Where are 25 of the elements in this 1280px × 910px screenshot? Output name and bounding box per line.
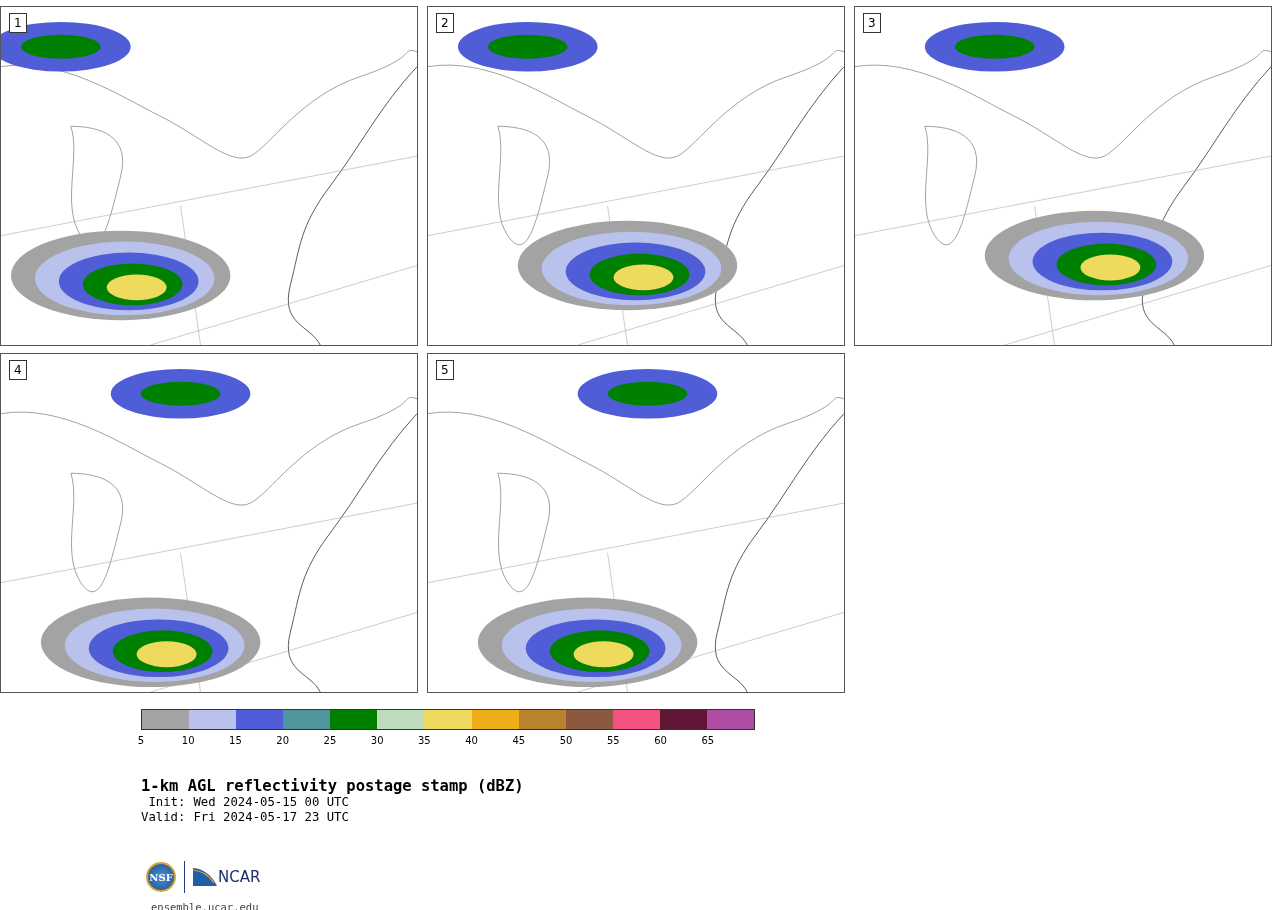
tick-label: 5 (137, 735, 145, 747)
time-value: Wed 2024-05-15 00 UTC (193, 795, 349, 810)
tick-label: 25 (323, 735, 337, 747)
tick-label: 65 (701, 735, 715, 747)
tick-label: 10 (181, 735, 195, 747)
tick-label: 40 (465, 735, 478, 747)
chart-title: 1-km AGL reflectivity postage stamp (dBZ) (141, 777, 525, 795)
ncar-logo: NCAR (193, 868, 261, 886)
time-value: Fri 2024-05-17 23 UTC (193, 810, 349, 825)
panel-number: 3 (863, 13, 881, 33)
time-label: Init: (147, 795, 186, 810)
tick-label: 50 (559, 735, 573, 747)
panel-number: 2 (436, 13, 454, 33)
tick-label: 30 (370, 735, 384, 747)
panel-number: 1 (9, 13, 27, 33)
time-label: Valid: (141, 810, 186, 825)
tick-label: 45 (512, 735, 526, 747)
nsf-logo: NSF (146, 862, 176, 892)
tick-label: 55 (606, 735, 620, 747)
tick-label: 20 (276, 735, 290, 747)
panel-number: 4 (9, 360, 27, 380)
tick-label: 15 (229, 735, 242, 747)
panel-number: 5 (436, 360, 454, 380)
tick-label: 60 (654, 735, 667, 747)
tick-label: 35 (418, 735, 431, 747)
